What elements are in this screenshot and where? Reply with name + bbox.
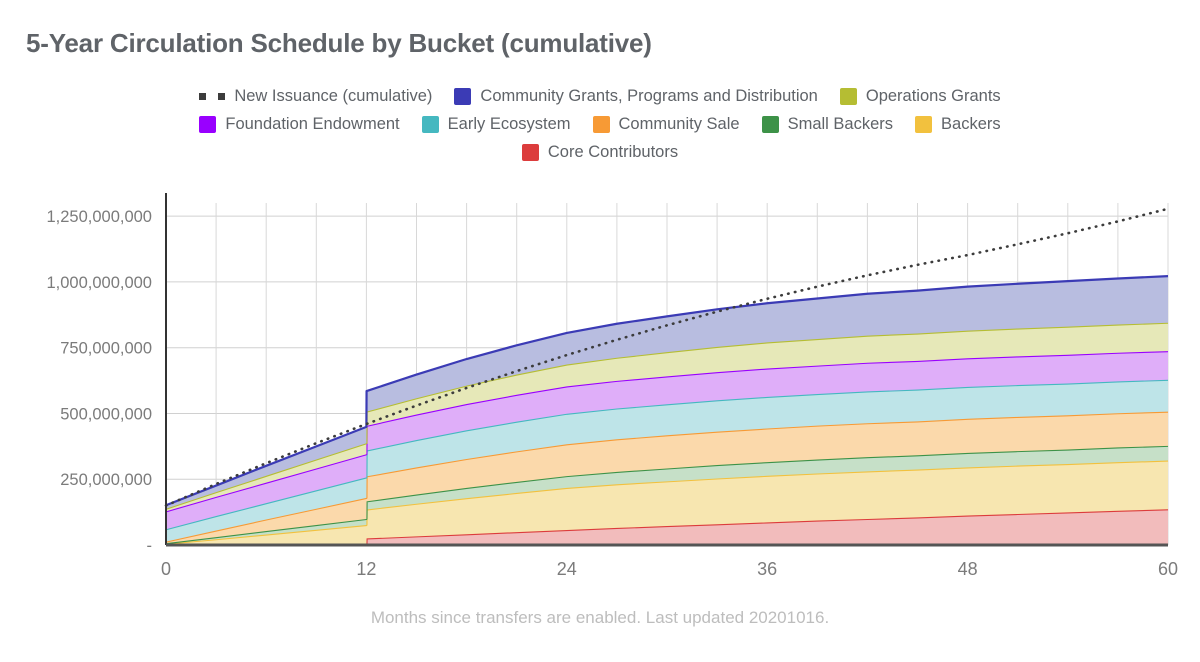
y-axis-tick-label: 250,000,000 <box>60 471 152 489</box>
color-swatch-icon <box>761 115 779 133</box>
chart-svg: - 250,000,000 500,000,000 750,000,000 1,000,… <box>46 193 1178 579</box>
dotted-line-marker-icon <box>199 88 226 105</box>
page-title: 5-Year Circulation Schedule by Bucket (c… <box>26 28 652 58</box>
x-axis-tick-label: 36 <box>757 559 777 579</box>
legend-item-small-backers[interactable]: Small Backers <box>761 114 894 133</box>
plot-area: - 250,000,000 500,000,000 750,000,000 1,000,… <box>0 170 1200 590</box>
legend-label: New Issuance (cumulative) <box>234 86 433 105</box>
chart-legend: New Issuance (cumulative) Community Gran… <box>0 82 1200 166</box>
legend-label: Early Ecosystem <box>447 114 571 133</box>
y-axis-tick-label: - <box>147 537 153 555</box>
x-axis-tick-label: 60 <box>1158 559 1178 579</box>
x-axis-tick-labels: 0 12 24 36 48 60 <box>161 559 1178 579</box>
y-axis-tick-label: 1,250,000,000 <box>46 208 152 226</box>
legend-item-community-sale[interactable]: Community Sale <box>592 114 740 133</box>
legend-item-early-ecosystem[interactable]: Early Ecosystem <box>421 114 571 133</box>
color-swatch-icon <box>521 143 539 161</box>
chart-caption: Months since transfers are enabled. Last… <box>370 608 830 627</box>
legend-label: Community Grants, Programs and Distribut… <box>480 86 818 105</box>
x-axis-tick-label: 48 <box>958 559 978 579</box>
x-axis-tick-label: 0 <box>161 559 171 579</box>
legend-row-3: Core Contributors <box>0 138 1200 166</box>
legend-row-1: New Issuance (cumulative) Community Gran… <box>0 82 1200 110</box>
color-swatch-icon <box>421 115 439 133</box>
x-axis-tick-label: 12 <box>356 559 376 579</box>
color-swatch-icon <box>915 115 933 133</box>
legend-label: Core Contributors <box>547 142 679 161</box>
legend-label: Foundation Endowment <box>225 114 400 133</box>
legend-item-operations-grants[interactable]: Operations Grants <box>839 86 1001 105</box>
legend-label: Backers <box>941 114 1001 133</box>
y-axis-tick-label: 500,000,000 <box>60 405 152 423</box>
legend-label: Operations Grants <box>865 86 1001 105</box>
color-swatch-icon <box>592 115 610 133</box>
legend-label: Small Backers <box>787 114 894 133</box>
legend-item-foundation-endowment[interactable]: Foundation Endowment <box>199 114 400 133</box>
legend-label: Community Sale <box>618 114 740 133</box>
legend-item-new-issuance[interactable]: New Issuance (cumulative) <box>199 86 433 105</box>
legend-item-backers[interactable]: Backers <box>915 114 1001 133</box>
color-swatch-icon <box>199 115 217 133</box>
color-swatch-icon <box>839 87 857 105</box>
chart-container: 5-Year Circulation Schedule by Bucket (c… <box>0 0 1200 662</box>
color-swatch-icon <box>454 87 472 105</box>
legend-row-2: Foundation Endowment Early Ecosystem Com… <box>0 110 1200 138</box>
x-axis-tick-label: 24 <box>557 559 577 579</box>
legend-item-community-grants[interactable]: Community Grants, Programs and Distribut… <box>454 86 818 105</box>
legend-item-core-contributors[interactable]: Core Contributors <box>521 142 679 161</box>
y-axis-tick-labels: - 250,000,000 500,000,000 750,000,000 1,000,… <box>46 208 152 555</box>
y-axis-tick-label: 1,000,000,000 <box>46 274 152 292</box>
y-axis-tick-label: 750,000,000 <box>60 340 152 358</box>
